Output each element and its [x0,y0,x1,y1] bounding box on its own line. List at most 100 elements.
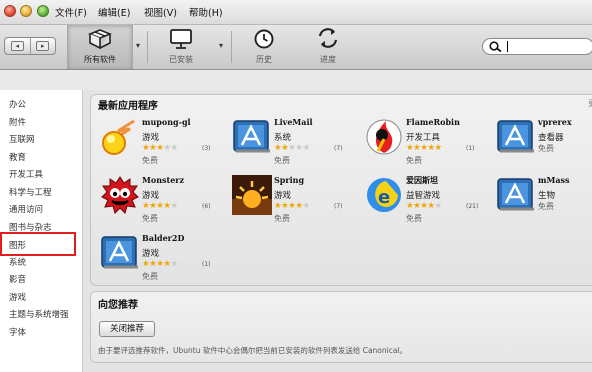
history-button[interactable]: 历史 [236,25,292,69]
navigation-buttons: ◂ ▸ [4,37,56,55]
monitor-icon [170,29,192,49]
star-rating: ★★★★★ [142,201,178,211]
app-tile[interactable]: mupong-gl 游戏 ★★★★★ (3) 免费 [100,117,228,173]
sidebar-item-office[interactable]: 办公 [9,98,26,110]
app-tile[interactable]: Balder2D 游戏 ★★★★★ (1) 免费 [100,233,228,289]
rating-count: (7) [334,203,343,210]
close-recommendations-button[interactable]: 关闭推荐 [99,321,155,337]
rating-count: (6) [202,203,211,210]
app-store-icon [496,175,536,215]
app-price: 免费 [406,156,422,165]
svg-text:e: e [378,187,390,208]
toolbar-separator [231,31,232,63]
sidebar-item-internet[interactable]: 互联网 [9,133,35,145]
package-icon [88,29,112,50]
progress-label: 进度 [320,55,336,64]
app-tile[interactable]: FlameRobin 开发工具 ★★★★★ (1) 免费 [364,117,492,173]
search-input[interactable] [482,38,592,55]
rating-count: (3) [202,145,211,152]
fireball-icon [100,117,140,157]
sidebar-item-science[interactable]: 科学与工程 [9,186,52,198]
sidebar-item-sound-video[interactable]: 影音 [9,273,26,285]
star-icon: ★ [170,259,179,269]
sidebar-item-developer-tools[interactable]: 开发工具 [9,168,43,180]
sync-icon [318,28,338,48]
app-name[interactable]: Balder2D [142,233,184,243]
star-rating: ★★★★★ [142,143,178,153]
app-store-icon [100,233,140,273]
back-button[interactable]: ◂ [5,38,30,54]
star-icon: ★ [427,143,435,153]
app-price: 免费 [142,156,158,165]
window-maximize-button[interactable] [37,5,49,17]
app-price: 免费 [274,156,290,165]
sidebar-item-fonts[interactable]: 字体 [9,326,26,338]
sidebar-item-themes[interactable]: 主题与系统增强 [9,308,69,320]
menu-file[interactable]: 文件(F) [55,5,87,19]
app-price: 免费 [274,214,290,223]
sidebar-item-universal-access[interactable]: 通用访问 [9,203,43,215]
app-tile[interactable]: e 爱因斯坦 益智游戏 ★★★★★ (21) 免费 [364,175,492,231]
star-icon: ★ [295,143,303,153]
all-software-label: 所有软件 [84,55,116,64]
star-rating: ★★★★★ [142,259,178,269]
app-tile[interactable]: Spring 游戏 ★★★★★ (7) 免费 [232,175,360,231]
star-rating: ★★★★★ [406,143,442,153]
rating-count: (7) [334,145,343,152]
sidebar-item-games[interactable]: 游戏 [9,291,26,303]
all-software-button[interactable]: 所有软件 [67,25,133,69]
flamerobin-icon [364,117,404,157]
app-category: 系统 [274,133,292,143]
installed-dropdown-icon[interactable]: ▾ [219,41,223,50]
recommendations-description: 由于要评选推荐软件，Ubuntu 软件中心会偶尔把当前已安装的软件列表发送给 C… [98,346,408,355]
app-name[interactable]: Monsterz [142,175,184,185]
app-category: 益智游戏 [406,191,441,201]
star-icon: ★ [302,201,311,211]
menu-view[interactable]: 视图(V) [144,5,177,19]
sidebar-item-system[interactable]: 系统 [9,256,26,268]
app-name[interactable]: mMass [538,175,570,185]
app-store-icon [232,117,272,157]
app-name[interactable]: 爱因斯坦 [406,175,438,186]
app-name[interactable]: FlameRobin [406,117,460,127]
all-software-dropdown-icon[interactable]: ▾ [136,41,140,50]
app-name[interactable]: LiveMail [274,117,313,127]
installed-label: 已安装 [169,55,193,64]
app-name[interactable]: mupong-gl [142,117,191,127]
menu-edit[interactable]: 编辑(E) [98,5,130,19]
progress-button[interactable]: 进度 [300,25,356,69]
star-rating: ★★★★★ [274,143,310,153]
app-name[interactable]: Spring [274,175,304,185]
window-minimize-button[interactable] [20,5,32,17]
menu-help[interactable]: 帮助(H) [189,5,223,19]
app-tile[interactable]: vprerex 查看器 免费 [496,117,592,173]
app-category: 游戏 [142,133,160,143]
star-icon: ★ [163,143,171,153]
app-price: 免费 [538,144,554,153]
app-category: 查看器 [538,133,564,143]
app-tile[interactable]: Monsterz 游戏 ★★★★★ (6) 免费 [100,175,228,231]
star-rating: ★★★★★ [406,201,442,211]
star-icon: ★ [170,143,179,153]
app-category: 开发工具 [406,133,441,143]
search-caret [507,41,508,52]
sidebar-item-accessories[interactable]: 附件 [9,116,26,128]
app-name[interactable]: vprerex [538,117,572,127]
clock-icon [254,29,274,49]
app-price: 免费 [142,214,158,223]
app-tile[interactable]: mMass 生物 免费 [496,175,592,231]
star-icon: ★ [170,201,179,211]
star-icon: ★ [302,143,311,153]
app-tile[interactable]: LiveMail 系统 ★★★★★ (7) 免费 [232,117,360,173]
app-price: 免费 [538,202,554,211]
history-label: 历史 [256,55,272,64]
window-close-button[interactable] [4,5,16,17]
star-icon: ★ [295,201,303,211]
sidebar-item-education[interactable]: 教育 [9,151,26,163]
app-category: 游戏 [142,249,160,259]
recommendations-title: 向您推荐 [98,300,138,311]
star-icon: ★ [434,201,443,211]
installed-button[interactable]: 已安装 [150,25,212,69]
forward-button[interactable]: ▸ [29,38,56,54]
new-apps-more-link[interactable]: 更 [588,98,592,109]
